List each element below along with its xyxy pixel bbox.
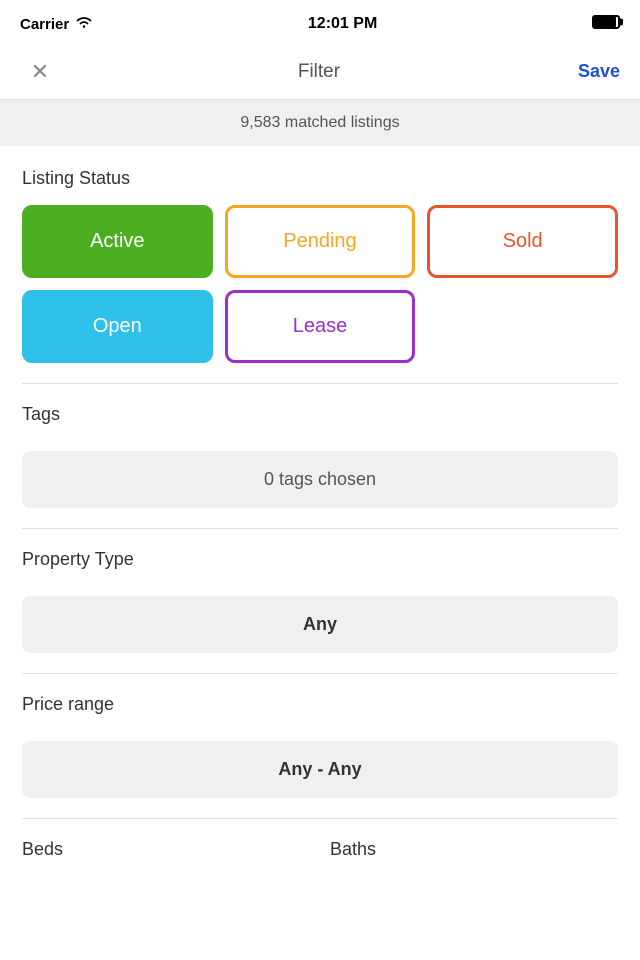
- tags-dropdown[interactable]: 0 tags chosen: [22, 451, 618, 508]
- status-bar: Carrier 12:01 PM: [0, 0, 640, 44]
- listing-status-title: Listing Status: [22, 168, 618, 189]
- carrier-info: Carrier: [20, 15, 93, 33]
- tags-title: Tags: [22, 404, 618, 425]
- nav-bar: ✕ Filter Save: [0, 44, 640, 100]
- price-range-dropdown[interactable]: Any - Any: [22, 741, 618, 798]
- status-time: 12:01 PM: [308, 15, 377, 33]
- baths-title: Baths: [330, 839, 618, 860]
- status-btn-open[interactable]: Open: [22, 290, 213, 363]
- beds-baths-section: Beds Baths: [0, 819, 640, 860]
- status-btn-active[interactable]: Active: [22, 205, 213, 278]
- nav-title: Filter: [298, 61, 340, 83]
- beds-column: Beds: [22, 839, 310, 860]
- wifi-icon: [75, 15, 93, 33]
- listing-status-section: Listing Status Active Pending Sold Open …: [0, 146, 640, 363]
- status-btn-pending[interactable]: Pending: [225, 205, 416, 278]
- price-range-section: Price range Any - Any: [0, 674, 640, 798]
- carrier-label: Carrier: [20, 16, 69, 33]
- save-button[interactable]: Save: [578, 61, 620, 82]
- baths-column: Baths: [330, 839, 618, 860]
- status-btn-lease[interactable]: Lease: [225, 290, 416, 363]
- property-type-title: Property Type: [22, 549, 618, 570]
- tags-section: Tags 0 tags chosen: [0, 384, 640, 508]
- beds-title: Beds: [22, 839, 310, 860]
- property-type-dropdown[interactable]: Any: [22, 596, 618, 653]
- matched-listings-text: 9,583 matched listings: [240, 114, 399, 131]
- property-type-section: Property Type Any: [0, 529, 640, 653]
- status-buttons-row1: Active Pending Sold: [22, 205, 618, 278]
- price-range-title: Price range: [22, 694, 618, 715]
- close-button[interactable]: ✕: [20, 59, 60, 85]
- matched-listings-banner: 9,583 matched listings: [0, 100, 640, 146]
- status-btn-sold[interactable]: Sold: [427, 205, 618, 278]
- status-buttons-row2: Open Lease: [22, 290, 618, 363]
- battery-container: [592, 15, 620, 34]
- battery-icon: [592, 15, 620, 29]
